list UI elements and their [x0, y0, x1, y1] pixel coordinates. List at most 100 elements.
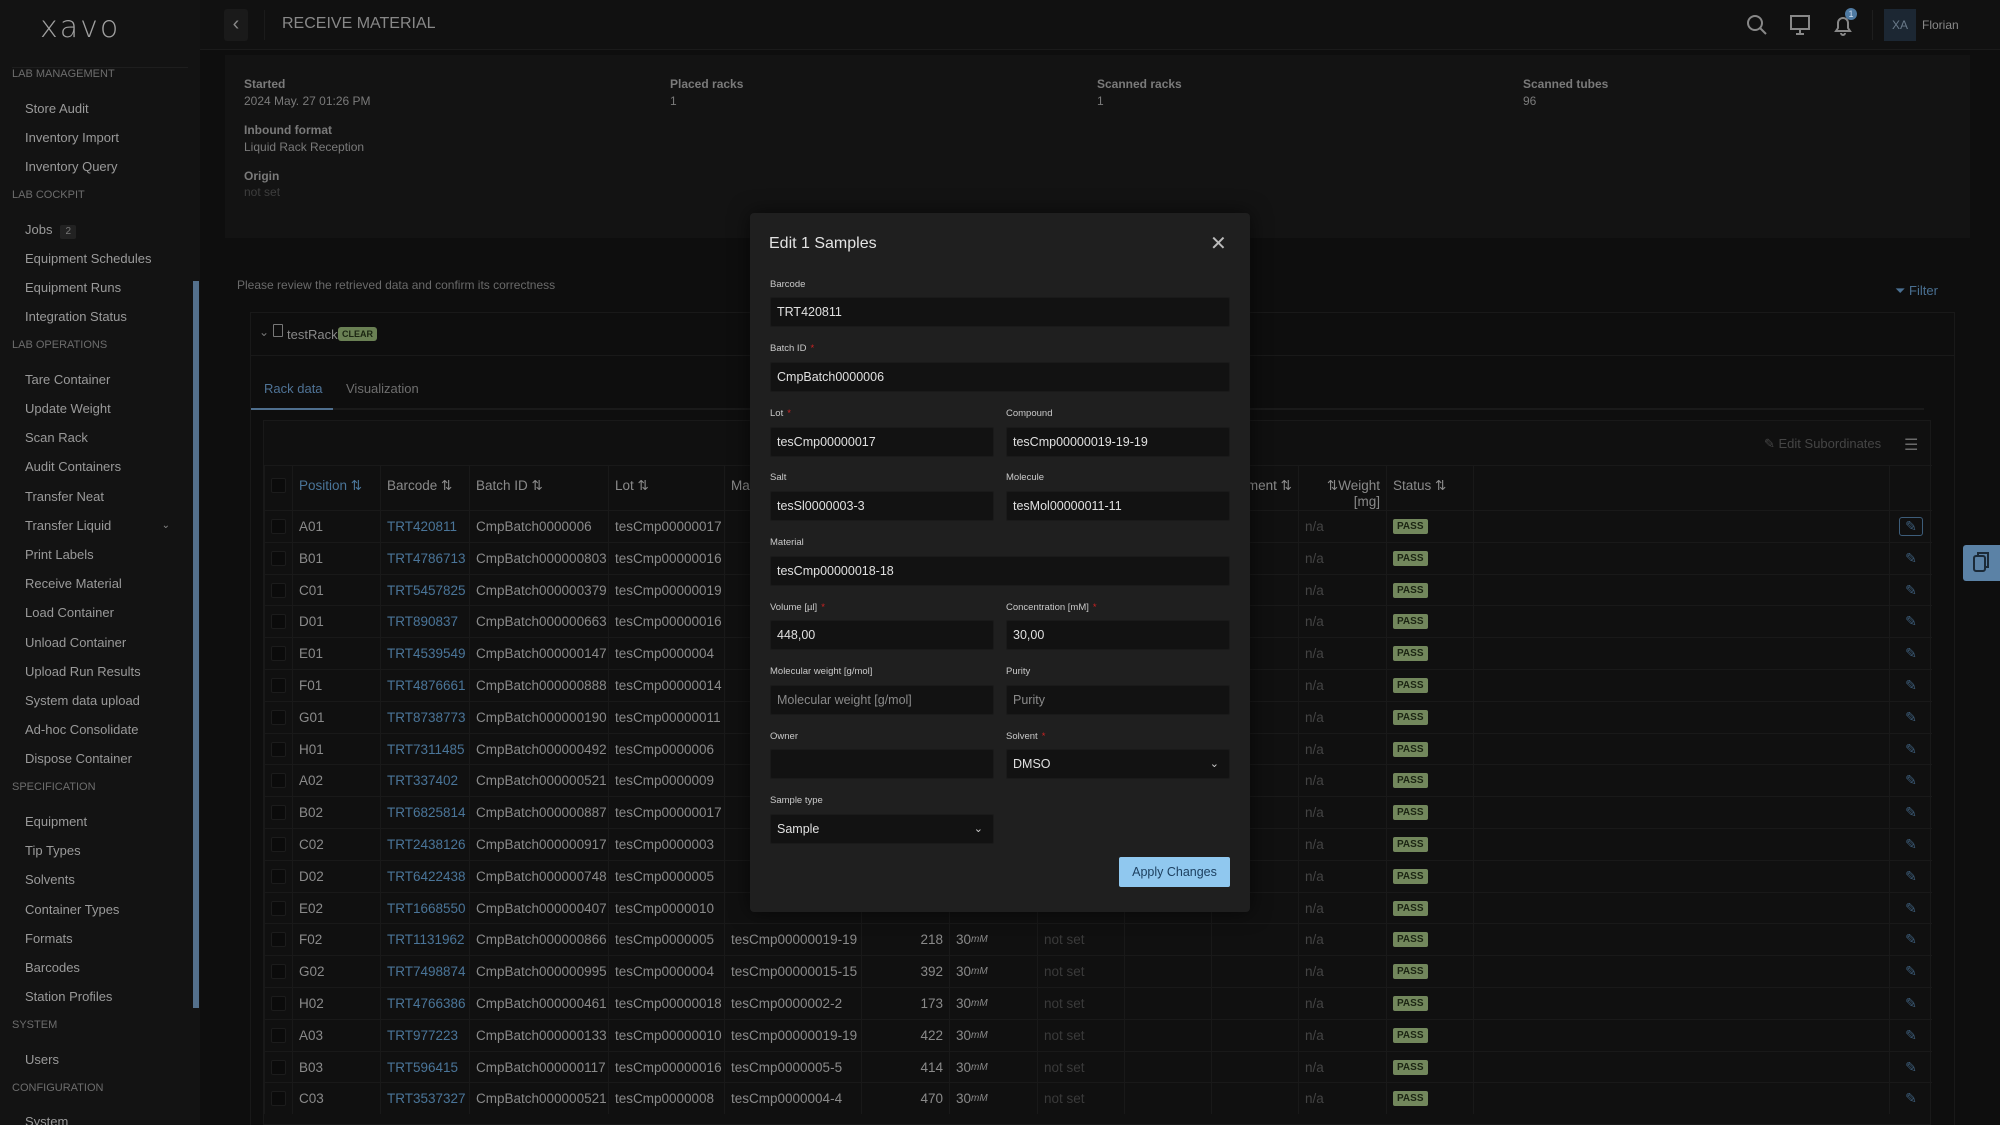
owner-input[interactable] [770, 749, 994, 779]
column-header-batch-id[interactable]: Batch ID ⇅ [469, 466, 608, 510]
purity-input[interactable]: Purity [1006, 685, 1230, 715]
row-checkbox[interactable] [271, 837, 286, 852]
row-checkbox[interactable] [271, 773, 286, 789]
user-name[interactable]: Florian [1922, 18, 1959, 32]
edit-row-button[interactable]: ✎ [1889, 638, 1932, 670]
chevron-down-icon[interactable]: ⌄ [259, 325, 269, 339]
edit-row-button[interactable]: ✎ [1889, 1083, 1932, 1115]
row-checkbox[interactable] [271, 709, 286, 725]
row-checkbox[interactable] [271, 741, 286, 757]
search-icon[interactable] [1745, 13, 1769, 37]
barcode-link[interactable]: TRT596415 [380, 1051, 469, 1083]
row-checkbox[interactable] [271, 868, 286, 884]
sidebar-item-jobs[interactable]: Jobs 2 [0, 215, 192, 244]
barcode-link[interactable]: TRT7311485 [380, 733, 469, 765]
barcode-link[interactable]: TRT337402 [380, 765, 469, 797]
barcode-link[interactable]: TRT8738773 [380, 701, 469, 733]
row-checkbox[interactable] [271, 964, 286, 980]
compound-input[interactable]: tesCmp00000019-19-19 [1006, 427, 1230, 457]
sidebar-item-barcodes[interactable]: Barcodes [0, 953, 192, 982]
edit-row-button[interactable]: ✎ [1889, 860, 1932, 892]
column-header-barcode[interactable]: Barcode ⇅ [380, 466, 469, 510]
edit-row-button[interactable]: ✎ [1889, 670, 1932, 701]
barcode-link[interactable]: TRT6825814 [380, 797, 469, 829]
close-icon[interactable]: ✕ [1210, 231, 1227, 256]
edit-row-button[interactable]: ✎ [1889, 956, 1932, 988]
row-checkbox[interactable] [271, 614, 286, 630]
edit-row-button[interactable]: ✎ [1889, 511, 1932, 542]
barcode-link[interactable]: TRT7498874 [380, 956, 469, 988]
edit-row-button[interactable]: ✎ [1889, 701, 1932, 733]
sidebar-item-unload-container[interactable]: Unload Container [0, 628, 192, 657]
barcode-link[interactable]: TRT3537327 [380, 1083, 469, 1115]
row-checkbox[interactable] [271, 900, 286, 916]
sidebar-item-store-audit[interactable]: Store Audit [0, 94, 192, 123]
barcode-link[interactable]: TRT890837 [380, 606, 469, 638]
apply-changes-button[interactable]: Apply Changes [1119, 857, 1230, 887]
sidebar-item-upload-run-results[interactable]: Upload Run Results [0, 657, 192, 686]
barcode-link[interactable]: TRT2438126 [380, 829, 469, 860]
table-row[interactable]: C03 TRT3537327 CmpBatch000000521 tesCmp0000… [264, 1082, 1932, 1115]
back-button[interactable]: ‹ [224, 9, 248, 41]
edit-row-button[interactable]: ✎ [1889, 1051, 1932, 1083]
row-checkbox[interactable] [271, 996, 286, 1011]
sidebar-item-tip-types[interactable]: Tip Types [0, 836, 192, 865]
monitor-icon[interactable] [1788, 13, 1812, 37]
table-row[interactable]: A03 TRT977223 CmpBatch000000133 tesCmp00000… [264, 1018, 1932, 1051]
barcode-link[interactable]: TRT1668550 [380, 892, 469, 924]
column-header-position[interactable]: Position ⇅ [292, 466, 380, 510]
edit-row-button[interactable]: ✎ [1889, 765, 1932, 797]
sidebar-item-system-data-upload[interactable]: System data upload [0, 686, 192, 715]
edit-row-button[interactable]: ✎ [1889, 606, 1932, 638]
table-row[interactable]: F02 TRT1131962 CmpBatch000000866 tesCmp0000… [264, 923, 1932, 956]
sidebar-item-equipment-runs[interactable]: Equipment Runs [0, 273, 192, 302]
sidebar-item-ad-hoc-consolidate[interactable]: Ad-hoc Consolidate [0, 715, 192, 744]
filter-button[interactable]: ⏷ Filter [1895, 283, 1938, 299]
tab-visualization[interactable]: Visualization [346, 381, 419, 396]
molecule-input[interactable]: tesMol00000011-11 [1006, 491, 1230, 521]
sidebar-item-station-profiles[interactable]: Station Profiles [0, 982, 192, 1011]
barcode-link[interactable]: TRT4539549 [380, 638, 469, 670]
sidebar-item-integration-status[interactable]: Integration Status [0, 302, 192, 331]
sidebar-item-system[interactable]: System [0, 1107, 192, 1125]
sidebar-item-equipment-schedules[interactable]: Equipment Schedules [0, 244, 192, 273]
row-checkbox[interactable] [271, 550, 286, 566]
row-checkbox[interactable] [271, 1027, 286, 1043]
sidebar-item-solvents[interactable]: Solvents [0, 865, 192, 894]
barcode-link[interactable]: TRT4786713 [380, 542, 469, 574]
column-header-weight[interactable]: ⇅Weight [mg] [1298, 466, 1386, 510]
select-all-checkbox[interactable] [271, 478, 286, 493]
sidebar-item-inventory-query[interactable]: Inventory Query [0, 152, 192, 181]
edit-row-button[interactable]: ✎ [1889, 892, 1932, 924]
sidebar-item-print-labels[interactable]: Print Labels [0, 540, 192, 569]
row-checkbox[interactable] [271, 1091, 286, 1107]
tab-rack-data[interactable]: Rack data [264, 381, 323, 396]
barcode-link[interactable]: TRT4766386 [380, 988, 469, 1019]
salt-input[interactable]: tesSl0000003-3 [770, 491, 994, 521]
sidebar-item-transfer-neat[interactable]: Transfer Neat [0, 482, 192, 511]
row-checkbox[interactable] [271, 678, 286, 693]
row-checkbox[interactable] [271, 519, 286, 534]
xavo-logo[interactable]: xavo [40, 10, 120, 45]
sidebar-item-inventory-import[interactable]: Inventory Import [0, 123, 192, 152]
row-checkbox[interactable] [271, 1059, 286, 1075]
sidebar-scrollbar[interactable] [193, 281, 199, 1008]
sidebar-item-scan-rack[interactable]: Scan Rack [0, 423, 192, 452]
sidebar-item-users[interactable]: Users [0, 1045, 192, 1074]
sidebar-item-equipment[interactable]: Equipment [0, 807, 192, 836]
barcode-link[interactable]: TRT6422438 [380, 860, 469, 892]
edit-row-button[interactable]: ✎ [1889, 988, 1932, 1019]
sidebar-item-update-weight[interactable]: Update Weight [0, 394, 192, 423]
barcode-link[interactable]: TRT420811 [380, 511, 469, 542]
sidebar-item-load-container[interactable]: Load Container [0, 598, 192, 627]
chevron-down-icon[interactable]: ⌄ [162, 511, 170, 540]
sidebar-item-formats[interactable]: Formats [0, 924, 192, 953]
edit-row-button[interactable]: ✎ [1889, 574, 1932, 606]
row-checkbox[interactable] [271, 646, 286, 662]
sidebar-item-audit-containers[interactable]: Audit Containers [0, 452, 192, 481]
material-input[interactable]: tesCmp00000018-18 [770, 556, 1230, 586]
row-checkbox[interactable] [271, 932, 286, 948]
volume-input[interactable]: 448,00 [770, 620, 994, 650]
barcode-input[interactable]: TRT420811 [770, 297, 1230, 327]
barcode-link[interactable]: TRT4876661 [380, 670, 469, 701]
